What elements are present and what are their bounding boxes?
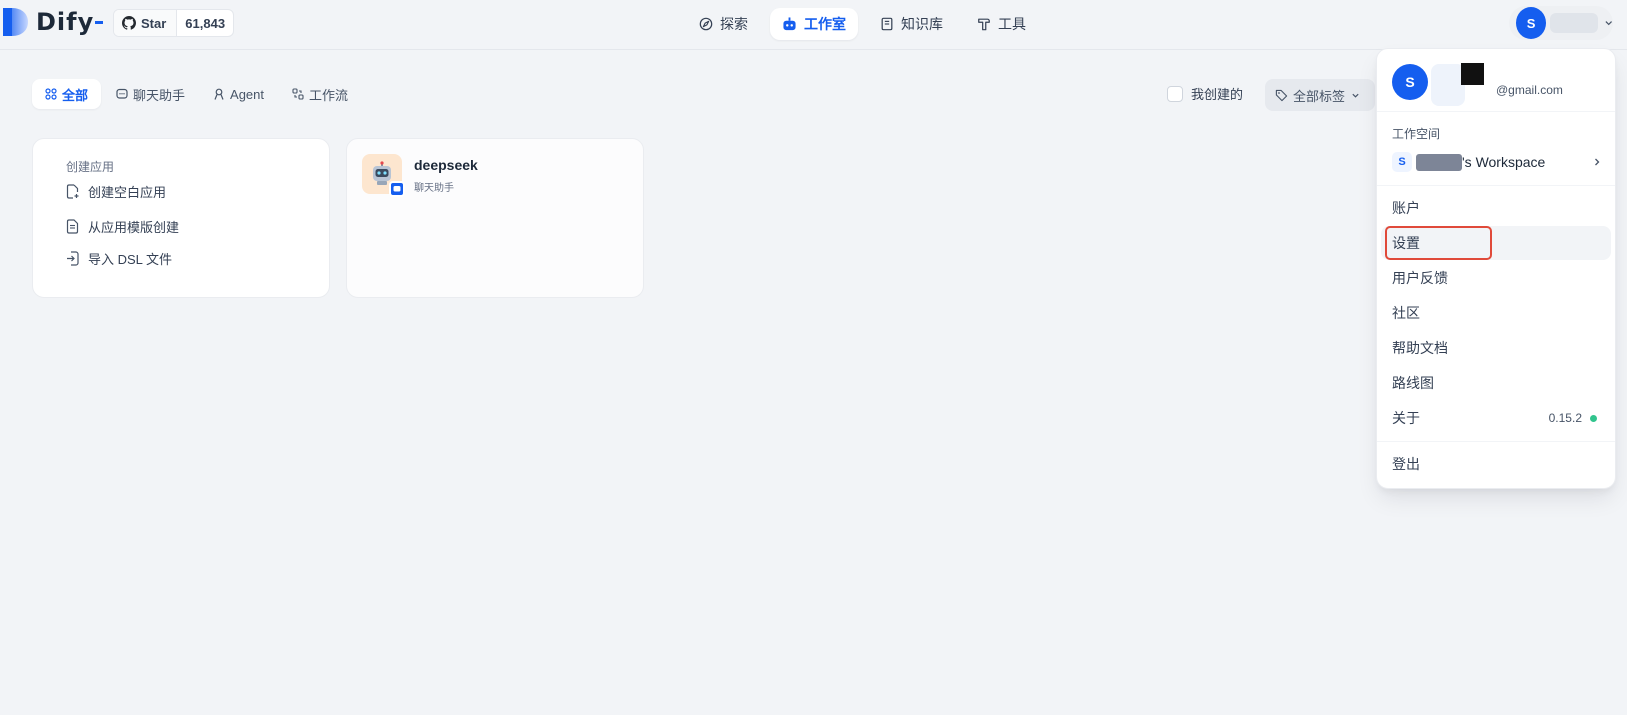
import-dsl-label: 导入 DSL 文件 — [88, 252, 173, 267]
nav-studio-label: 工作室 — [804, 16, 846, 32]
create-app-card: 创建应用 创建空白应用 从应用模版创建 导入 DSL 文件 — [32, 138, 330, 298]
menu-item-help-docs[interactable]: 帮助文档 — [1381, 331, 1611, 365]
user-dropdown-menu: S @gmail.com 工作空间 S 's Workspace 账户 设置 用… — [1376, 48, 1616, 489]
tag-icon — [1275, 89, 1288, 101]
explore-icon — [699, 17, 713, 31]
menu-item-account[interactable]: 账户 — [1381, 191, 1611, 225]
tab-all[interactable]: 全部 — [32, 79, 102, 109]
app-type: 聊天助手 — [414, 183, 454, 194]
app-card-deepseek[interactable]: deepseek 聊天助手 — [346, 138, 644, 298]
menu-item-community[interactable]: 社区 — [1381, 296, 1611, 330]
created-by-me-label: 我创建的 — [1191, 87, 1244, 102]
dify-logo[interactable]: Dify — [3, 8, 104, 36]
user-menu-button[interactable]: S — [1509, 6, 1613, 40]
nav-tools-label: 工具 — [998, 16, 1026, 32]
chevron-right-icon — [1595, 158, 1600, 166]
nav-explore[interactable]: 探索 — [687, 8, 760, 40]
logo-underscore — [95, 20, 104, 24]
nav-knowledge[interactable]: 知识库 — [868, 8, 955, 40]
app-name: deepseek — [414, 157, 478, 173]
workspace-name-redacted — [1416, 153, 1462, 171]
github-star-button[interactable]: Star 61,843 — [113, 9, 235, 37]
status-dot — [1590, 414, 1597, 422]
tab-workflow-label: 工作流 — [309, 87, 349, 103]
workspace-badge: S — [1392, 152, 1412, 172]
tab-agent[interactable]: Agent — [200, 79, 277, 109]
chat-bubble-icon — [116, 88, 128, 99]
tag-filter-dropdown[interactable]: 全部标签 — [1265, 79, 1375, 111]
app-icon — [362, 154, 405, 197]
file-text-icon — [66, 219, 79, 234]
brand-name: Dify — [36, 8, 95, 36]
chevron-down-icon — [1352, 93, 1359, 98]
settings-highlight-annotation — [1385, 226, 1492, 260]
workspace-switcher[interactable]: S 's Workspace — [1392, 151, 1602, 173]
tab-chat-assistant[interactable]: 聊天助手 — [103, 79, 198, 109]
github-star-left: Star — [114, 10, 178, 36]
created-by-me-filter[interactable]: 我创建的 — [1167, 84, 1243, 103]
create-from-template-label: 从应用模版创建 — [88, 220, 180, 235]
book-icon — [881, 17, 893, 31]
menu-item-community-label: 社区 — [1392, 305, 1420, 321]
tag-filter-label: 全部标签 — [1293, 88, 1346, 104]
chat-assistant-badge-icon — [389, 181, 405, 197]
workflow-icon — [292, 88, 304, 100]
main-nav: 探索 工作室 知识库 工具 — [687, 8, 1038, 40]
version-info: 0.15.2 — [1549, 411, 1597, 425]
github-star-label: Star — [141, 15, 167, 31]
chevron-down-icon — [1605, 21, 1612, 26]
tab-agent-label: Agent — [230, 86, 265, 102]
menu-item-logout-label: 登出 — [1392, 456, 1420, 472]
tab-workflow[interactable]: 工作流 — [279, 79, 361, 109]
menu-item-about[interactable]: 关于 0.15.2 — [1381, 401, 1611, 435]
import-dsl-button[interactable]: 导入 DSL 文件 — [66, 249, 172, 268]
workspace-name: 's Workspace — [1462, 154, 1546, 170]
github-icon — [122, 16, 136, 30]
divider — [1377, 441, 1615, 442]
username-redacted — [1550, 13, 1598, 33]
menu-item-feedback[interactable]: 用户反馈 — [1381, 261, 1611, 295]
tab-chat-assistant-label: 聊天助手 — [133, 87, 186, 103]
nav-explore-label: 探索 — [720, 16, 748, 32]
app-type-tabs: 全部 聊天助手 Agent 工作流 — [32, 79, 361, 109]
nav-tools[interactable]: 工具 — [965, 8, 1038, 40]
robot-icon — [783, 17, 796, 31]
file-plus-icon — [66, 184, 79, 199]
hammer-icon — [978, 18, 990, 31]
menu-item-account-label: 账户 — [1392, 200, 1420, 216]
version-number: 0.15.2 — [1548, 411, 1582, 425]
redacted-name-block — [1461, 63, 1484, 85]
user-email: @gmail.com — [1496, 83, 1563, 97]
menu-item-roadmap[interactable]: 路线图 — [1381, 366, 1611, 400]
create-from-template-button[interactable]: 从应用模版创建 — [66, 217, 179, 236]
redacted-name-blur — [1431, 64, 1465, 106]
created-by-me-checkbox[interactable] — [1167, 85, 1183, 102]
file-import-icon — [67, 251, 79, 266]
create-blank-app-button[interactable]: 创建空白应用 — [66, 182, 166, 201]
dify-logo-mark-icon — [3, 8, 28, 36]
avatar: S — [1516, 7, 1547, 39]
tab-all-label: 全部 — [62, 87, 89, 103]
grid-icon — [45, 88, 57, 100]
menu-item-logout[interactable]: 登出 — [1381, 447, 1611, 481]
divider — [1377, 111, 1615, 112]
workspace-section-title: 工作空间 — [1392, 127, 1441, 141]
menu-item-about-label: 关于 — [1392, 410, 1420, 426]
create-blank-app-label: 创建空白应用 — [88, 185, 167, 200]
top-bar: Dify Star 61,843 探索 工作室 知识库 工具 S — [0, 0, 1627, 50]
dropdown-avatar: S — [1392, 64, 1428, 100]
create-app-title: 创建应用 — [66, 160, 115, 174]
divider — [1377, 185, 1615, 186]
menu-item-feedback-label: 用户反馈 — [1392, 270, 1448, 286]
menu-item-settings[interactable]: 设置 — [1381, 226, 1611, 260]
github-star-count: 61,843 — [185, 15, 226, 31]
menu-item-roadmap-label: 路线图 — [1392, 375, 1434, 391]
nav-studio[interactable]: 工作室 — [770, 8, 858, 40]
nav-knowledge-label: 知识库 — [901, 16, 943, 32]
menu-item-help-docs-label: 帮助文档 — [1392, 340, 1448, 356]
agent-icon — [214, 88, 224, 100]
